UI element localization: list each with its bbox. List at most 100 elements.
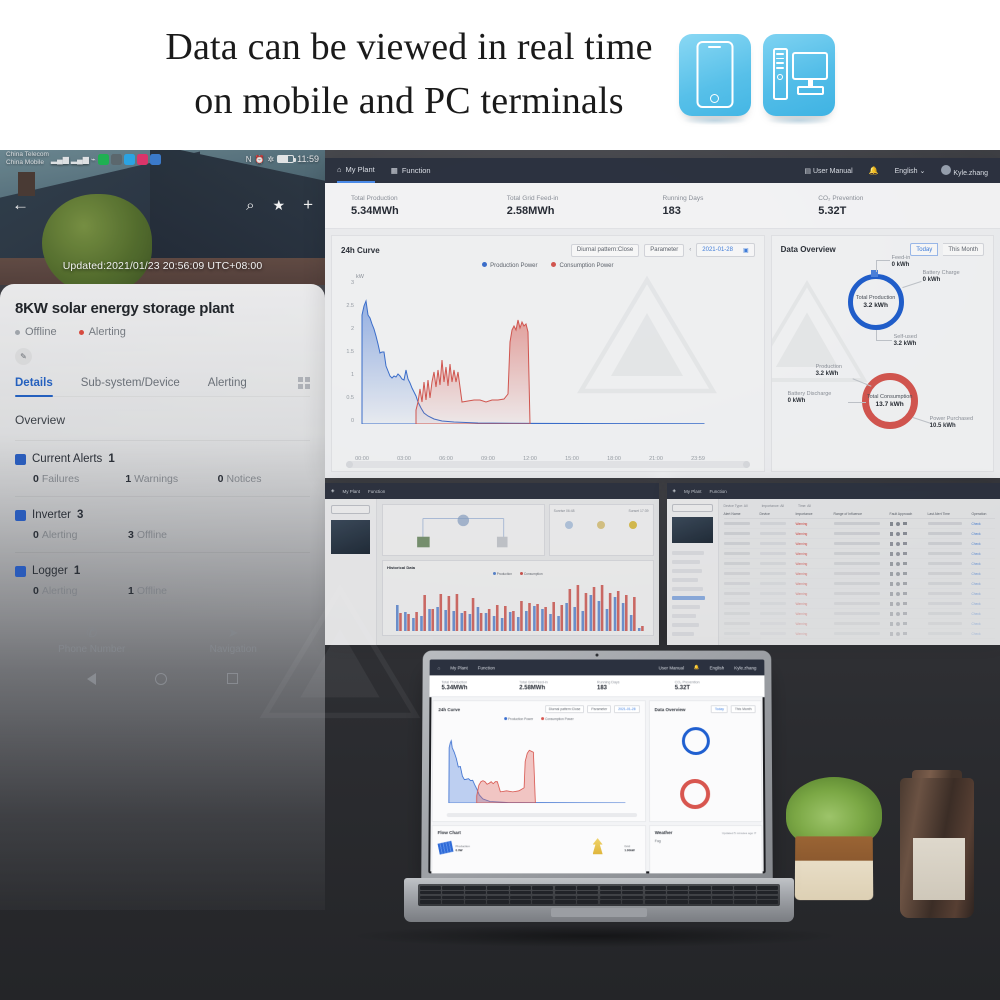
- donut-label-production: Production 3.2 kWh: [816, 364, 842, 377]
- wechat-icon: [111, 154, 122, 165]
- table-row[interactable]: Warning Check: [724, 529, 996, 539]
- language-selector[interactable]: English: [710, 665, 725, 670]
- table-row[interactable]: Warning Check: [724, 539, 996, 549]
- grid-view-icon[interactable]: [298, 377, 310, 389]
- alert-table: Device Type: All Importance: All Time: All…: [719, 499, 1000, 645]
- bell-icon[interactable]: 🔔: [869, 166, 879, 175]
- date-picker[interactable]: 2021-01-28 ▣: [696, 243, 754, 257]
- home-icon: ⌂: [438, 665, 441, 670]
- recents-square-icon[interactable]: [227, 673, 238, 684]
- nav-my-plant[interactable]: My Plant: [684, 489, 702, 494]
- donut-label-self-used: Self-used 3.2 kWh: [894, 334, 917, 347]
- chart-range-scrollbar[interactable]: [346, 461, 750, 468]
- plant-status-chips: Offline Alerting: [15, 326, 310, 338]
- user-manual-link[interactable]: ▤ User Manual: [804, 167, 852, 175]
- grid-icon: [593, 838, 603, 854]
- overview-row-current-alerts[interactable]: Current Alerts 1 0 Failures 1 Warnings 0 No…: [15, 453, 310, 485]
- nav-function[interactable]: Function: [709, 489, 726, 494]
- kpi-co2-prevention: CO₂ Prevention 5.32T: [818, 195, 974, 217]
- table-row[interactable]: Warning Check: [724, 609, 996, 619]
- nav-function[interactable]: Function: [478, 665, 495, 670]
- diurnal-pattern-button[interactable]: Diurnal pattern:Close: [571, 244, 639, 257]
- date-picker[interactable]: 2021-01-28: [614, 705, 639, 713]
- search-icon[interactable]: ⌕: [246, 197, 254, 214]
- mini-legend: Production Consumption: [387, 572, 649, 576]
- action-navigation[interactable]: ➤ Navigation: [163, 625, 305, 655]
- table-row[interactable]: Warning Check: [724, 589, 996, 599]
- kpi-total-grid-feed-in: Total Grid Feed-in 2.58MWh: [507, 195, 663, 217]
- chart-range-scrollbar[interactable]: [447, 813, 637, 817]
- table-row[interactable]: Warning Check: [724, 559, 996, 569]
- nav-function[interactable]: Function: [368, 489, 385, 494]
- overview-row-count: 1: [108, 453, 114, 465]
- leader-line: [902, 281, 921, 288]
- range-tab-this-month[interactable]: This Month: [731, 705, 756, 713]
- plant-photo-header: China Telecom China Mobile ▂▄▆ ▂▄▆ ⌁ N ⏰…: [0, 150, 325, 285]
- star-icon[interactable]: ★: [273, 197, 286, 214]
- phone-icon: ✆: [21, 625, 163, 641]
- laptop-screen: ⌂ My Plant Function User Manual 🔔 Englis…: [428, 660, 765, 874]
- back-triangle-icon[interactable]: [87, 673, 96, 685]
- mobile-status-bar: China Telecom China Mobile ▂▄▆ ▂▄▆ ⌁ N ⏰…: [0, 150, 325, 168]
- user-menu[interactable]: Kyle.zhang: [734, 665, 756, 670]
- grid-icon: ▦: [391, 166, 398, 175]
- bell-icon[interactable]: 🔔: [694, 664, 700, 670]
- carrier-2: China Mobile: [6, 159, 49, 167]
- status-badge-offline: Offline: [15, 326, 57, 338]
- table-header: Alert Name Device Importance Range of Infl…: [724, 512, 996, 519]
- parameter-button[interactable]: Parameter: [644, 244, 684, 257]
- desktop-pc-icon: [763, 34, 835, 116]
- donut-center-label: Total Consumption 13.7 kWh: [867, 394, 913, 408]
- stat-failures: 0 Failures: [33, 473, 125, 485]
- production-donut-chart: Total Production 3.2 kWh: [848, 274, 904, 330]
- home-circle-icon[interactable]: [155, 673, 167, 685]
- diurnal-pattern-button[interactable]: Diurnal pattern:Close: [545, 705, 585, 713]
- create-plant-button[interactable]: [331, 505, 370, 514]
- table-body: Warning Check Warning Check Warning Check Warn…: [724, 519, 996, 639]
- bluetooth-icon: ✲: [267, 155, 274, 164]
- user-manual-link[interactable]: User Manual: [659, 665, 684, 670]
- nav-function[interactable]: ▦ Function: [391, 158, 431, 183]
- laptop-trackpad[interactable]: [551, 908, 647, 917]
- parameter-button[interactable]: Parameter: [587, 705, 611, 713]
- action-phone-number[interactable]: ✆ Phone Number: [21, 625, 163, 655]
- nav-my-plant[interactable]: My Plant: [342, 489, 360, 494]
- nav-my-plant[interactable]: My Plant: [450, 665, 467, 670]
- range-tab-today[interactable]: Today: [711, 705, 728, 713]
- wifi-icon: ⌁: [91, 155, 96, 164]
- chevron-left-icon[interactable]: ‹: [689, 247, 691, 253]
- y-axis-unit: kW: [356, 274, 364, 280]
- plus-icon[interactable]: +: [303, 195, 313, 215]
- table-row[interactable]: Warning Check: [724, 569, 996, 579]
- range-tab-this-month[interactable]: This Month: [943, 243, 984, 256]
- table-row[interactable]: Warning Check: [724, 629, 996, 639]
- table-row[interactable]: Warning Check: [724, 579, 996, 589]
- overview-row-logger[interactable]: Logger 1 0 Alerting 1 Offline: [15, 565, 310, 597]
- flow-grid-label: Grid 1.00kW: [624, 844, 634, 852]
- table-filters[interactable]: Device Type: All Importance: All Time: All: [724, 504, 996, 508]
- card-data-overview: Data Overview Today This Month Total Pro…: [771, 235, 994, 472]
- stat-notices: 0 Notices: [218, 473, 310, 485]
- back-arrow-icon[interactable]: ←: [12, 195, 29, 215]
- nav-my-plant[interactable]: ⌂ My Plant: [337, 158, 375, 183]
- kpi-running-days: Running Days 183: [597, 680, 675, 691]
- overview-row-inverter[interactable]: Inverter 3 0 Alerting 3 Offline: [15, 509, 310, 541]
- range-tab-today[interactable]: Today: [910, 243, 938, 256]
- weather-location[interactable]: Updated 5 minutes ago ⟳: [722, 831, 756, 835]
- tab-alerting[interactable]: Alerting: [208, 377, 247, 389]
- tab-sub-system-device[interactable]: Sub-system/Device: [81, 377, 180, 389]
- y-tick: 2.5: [340, 303, 354, 309]
- table-row[interactable]: Warning Check: [724, 619, 996, 629]
- user-menu[interactable]: Kyle.zhang: [941, 165, 988, 177]
- language-selector[interactable]: English ⌄: [895, 167, 926, 175]
- tab-details[interactable]: Details: [15, 377, 53, 389]
- divider: [15, 440, 310, 441]
- pencil-icon[interactable]: ✎: [15, 348, 32, 365]
- table-row[interactable]: Warning Check: [724, 519, 996, 529]
- table-row[interactable]: Warning Check: [724, 549, 996, 559]
- create-plant-button[interactable]: [672, 504, 713, 512]
- laptop: ⌂ My Plant Function User Manual 🔔 Englis…: [404, 650, 794, 940]
- laptop-curve-svg: [447, 731, 627, 803]
- table-row[interactable]: Warning Check: [724, 599, 996, 609]
- device-icon-group: [679, 34, 835, 116]
